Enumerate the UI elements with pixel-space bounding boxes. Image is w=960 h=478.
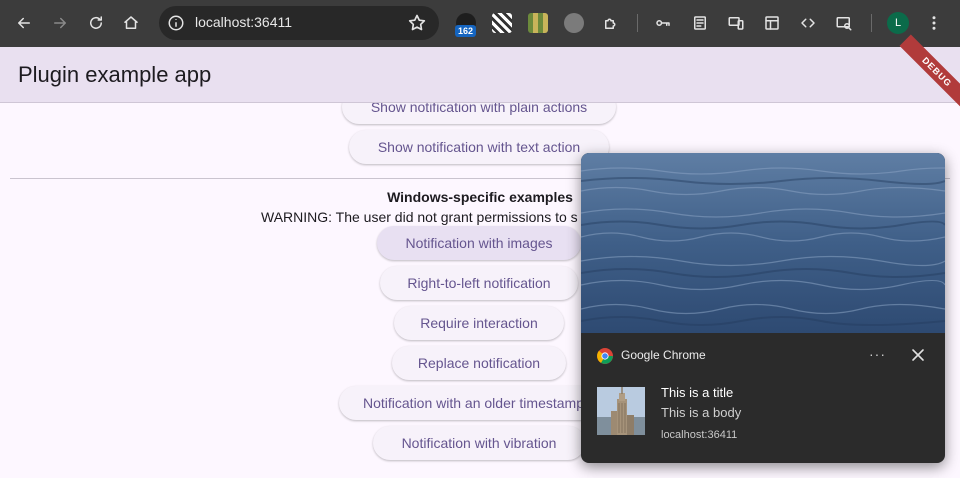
profile-avatar[interactable]: L [887,12,909,34]
info-icon [168,15,184,31]
more-options-icon[interactable]: ··· [869,346,886,362]
notification-body: This is a body [661,405,742,420]
toolbar-separator [637,14,638,32]
reading-list-button[interactable] [685,8,715,38]
address-bar[interactable]: localhost:36411 [159,6,439,40]
inspect-icon [836,17,852,31]
puzzle-icon [605,18,616,29]
extension-badge: 162 [455,25,477,37]
forward-button[interactable] [45,8,75,38]
notification-toast[interactable]: Google Chrome ··· This is a title This i… [581,153,945,463]
browser-menu-button[interactable] [919,8,949,38]
extension-round-icon[interactable] [564,13,584,33]
replace-notification-button[interactable]: Replace notification [392,346,566,380]
chrome-logo-icon [597,348,613,364]
code-icon [801,18,815,28]
browser-toolbar: localhost:36411 162 L [0,0,960,47]
layout-icon [765,16,779,30]
qr-code-icon[interactable] [492,13,512,33]
devtools-button[interactable] [793,8,823,38]
notification-origin: localhost:36411 [661,429,738,441]
back-button[interactable] [9,8,39,38]
devices-icon [728,17,744,30]
permission-warning: WARNING: The user did not grant permissi… [261,209,578,225]
close-icon[interactable] [911,348,925,362]
notification-with-images-button[interactable]: Notification with images [377,226,581,260]
reload-button[interactable] [81,8,111,38]
arrow-left-icon [18,17,30,29]
require-interaction-button[interactable]: Require interaction [394,306,564,340]
extension-grid-icon[interactable] [528,13,548,33]
inspect-button[interactable] [829,8,859,38]
device-toolbar-button[interactable] [721,8,751,38]
reload-icon [90,16,102,29]
key-icon [656,20,670,26]
password-button[interactable] [648,8,678,38]
page-title: Plugin example app [18,62,212,87]
url-text: localhost:36411 [195,14,293,30]
layout-button[interactable] [757,8,787,38]
vibration-notification-button[interactable]: Notification with vibration [373,426,585,460]
extensions-button[interactable] [596,8,626,38]
toolbar-separator [871,14,872,32]
star-icon[interactable] [407,13,427,33]
arrow-right-icon [54,17,66,29]
notification-thumbnail-image [597,387,645,435]
home-button[interactable] [116,8,146,38]
notification-title: This is a title [661,385,734,400]
notification-app-name: Google Chrome [621,348,706,362]
rtl-notification-button[interactable]: Right-to-left notification [380,266,578,300]
show-text-action-button[interactable]: Show notification with text action [349,130,609,164]
document-icon [694,16,706,30]
show-plain-actions-button[interactable]: Show notification with plain actions [342,103,616,124]
older-timestamp-button[interactable]: Notification with an older timestamp [339,386,619,420]
home-icon [124,16,138,29]
app-bar: Plugin example app [0,47,960,103]
vertical-dots-icon [932,16,936,30]
notification-hero-image [581,153,945,333]
